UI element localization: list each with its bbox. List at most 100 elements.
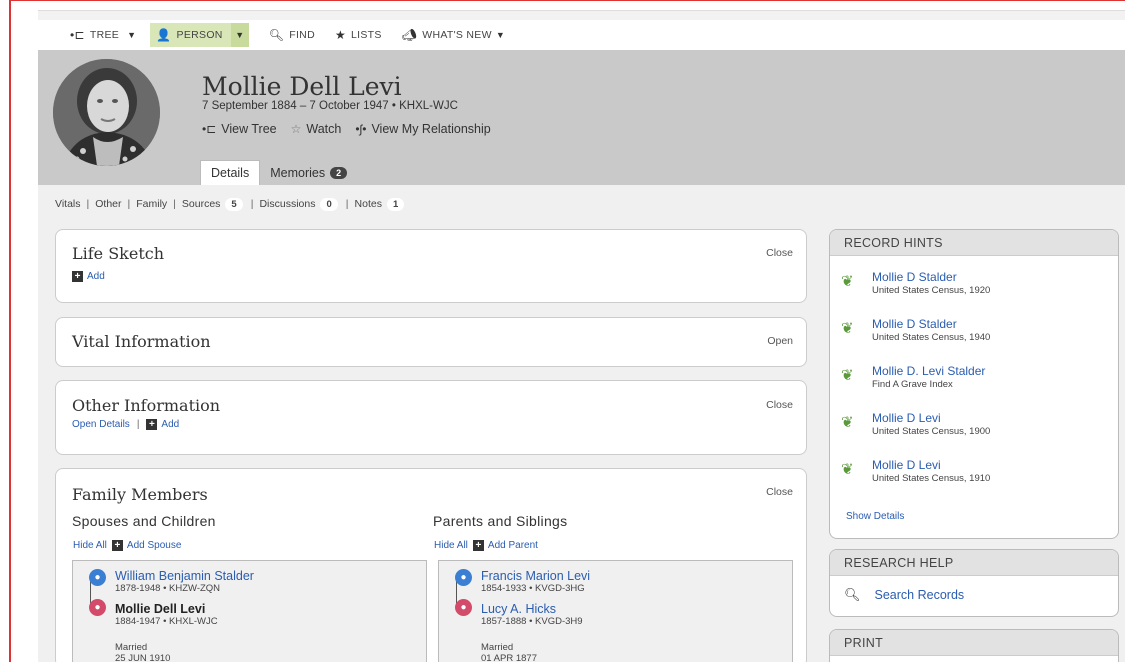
portrait-photo[interactable]: [53, 59, 160, 166]
family-members-close-button[interactable]: Close: [766, 486, 793, 498]
open-details-link[interactable]: Open Details: [72, 419, 130, 430]
wife-meta: 1884-1947 • KHXL-WJC: [115, 616, 218, 627]
life-sketch-title: Life Sketch: [72, 244, 165, 263]
nav-find-label: FIND: [289, 29, 315, 41]
tab-details[interactable]: Details: [200, 160, 261, 185]
record-hint-item[interactable]: ❦ Mollie D Levi United States Census, 191…: [841, 458, 990, 484]
vital-information-open-button[interactable]: Open: [767, 335, 793, 347]
tab-memories[interactable]: Memories 2: [260, 162, 357, 185]
tree-hint-icon: ❦: [841, 320, 854, 337]
family-members-title: Family Members: [72, 485, 208, 504]
female-person-icon: ●: [455, 599, 472, 616]
married-date: 25 JUN 1910: [115, 653, 171, 662]
nav-find[interactable]: 🔍︎ FIND: [263, 23, 321, 47]
vital-information-title: Vital Information: [72, 332, 211, 351]
other-information-title: Other Information: [72, 396, 221, 415]
other-information-card: Other Information Close Open Details | +…: [55, 380, 807, 455]
spouses-hide-all-link[interactable]: Hide All: [73, 540, 107, 551]
hint-name[interactable]: Mollie D Stalder: [872, 270, 990, 284]
married-date: 01 APR 1877: [481, 653, 537, 662]
parents-hide-all-link[interactable]: Hide All: [434, 540, 468, 551]
father-name[interactable]: Francis Marion Levi: [481, 569, 590, 583]
discussions-count-badge: 0: [320, 197, 338, 211]
subnav-vitals[interactable]: Vitals: [55, 198, 81, 210]
divider: |: [345, 198, 349, 210]
divider: |: [86, 198, 90, 210]
spouses-children-title: Spouses and Children: [72, 513, 216, 529]
nav-tree[interactable]: •⊏ TREE ▼: [64, 23, 142, 47]
memories-count-badge: 2: [330, 167, 348, 179]
relationship-icon: •ʃ•: [355, 122, 367, 136]
other-information-add-link[interactable]: Add: [161, 419, 179, 430]
nav-whats-new-label: WHAT'S NEW: [422, 29, 492, 41]
person-dropdown-toggle[interactable]: ▼: [230, 23, 249, 47]
life-sketch-close-button[interactable]: Close: [766, 247, 793, 259]
person-tabs: Details Memories 2: [200, 160, 357, 185]
wife-name[interactable]: Mollie Dell Levi: [115, 602, 218, 616]
other-information-close-button[interactable]: Close: [766, 399, 793, 411]
record-hint-item[interactable]: ❦ Mollie D. Levi Stalder Find A Grave Ind…: [841, 364, 985, 390]
divider: |: [136, 419, 140, 430]
hint-name[interactable]: Mollie D Levi: [872, 411, 990, 425]
subnav-family[interactable]: Family: [136, 198, 167, 210]
subnav-sources[interactable]: Sources: [182, 198, 221, 210]
mother-entry[interactable]: Lucy A. Hicks 1857-1888 • KVGD-3H9: [481, 602, 583, 627]
life-sketch-card: Life Sketch Close + Add: [55, 229, 807, 303]
tree-hint-icon: ❦: [841, 414, 854, 431]
search-icon: 🔍︎: [268, 28, 285, 42]
chevron-down-icon: ▼: [495, 30, 506, 40]
view-tree-link[interactable]: •⊏ View Tree: [202, 122, 277, 136]
sources-count-badge: 5: [225, 197, 243, 211]
watch-link[interactable]: ☆ Watch: [291, 122, 342, 136]
watch-label: Watch: [306, 122, 342, 136]
search-records-link[interactable]: 🔍︎ Search Records: [844, 587, 964, 603]
star-icon: ★: [334, 28, 347, 42]
wife-entry[interactable]: Mollie Dell Levi 1884-1947 • KHXL-WJC: [115, 602, 218, 627]
hint-source: Find A Grave Index: [872, 379, 953, 390]
notes-count-badge: 1: [386, 197, 405, 211]
show-details-link[interactable]: Show Details: [846, 511, 904, 522]
person-actions: •⊏ View Tree ☆ Watch •ʃ• View My Relatio…: [202, 122, 505, 136]
hint-name[interactable]: Mollie D. Levi Stalder: [872, 364, 985, 378]
nav-person[interactable]: 👤 PERSON: [150, 23, 231, 47]
hint-name[interactable]: Mollie D Levi: [872, 458, 990, 472]
tree-icon: •⊏: [202, 122, 217, 136]
subnav-notes[interactable]: Notes: [355, 198, 382, 210]
divider: |: [173, 198, 176, 210]
page-top-edge: [38, 10, 1125, 20]
father-entry[interactable]: Francis Marion Levi 1854-1933 • KVGD-3HG: [481, 569, 590, 594]
megaphone-icon: 📣︎: [401, 28, 418, 42]
tree-hint-icon: ❦: [841, 273, 854, 290]
life-sketch-add-link[interactable]: + Add: [72, 271, 105, 282]
male-person-icon: ●: [455, 569, 472, 586]
father-meta: 1854-1933 • KVGD-3HG: [481, 583, 585, 594]
record-hint-item[interactable]: ❦ Mollie D Stalder United States Census, …: [841, 270, 990, 296]
subnav-other[interactable]: Other: [95, 198, 121, 210]
married-label: Married: [481, 642, 514, 653]
record-hint-item[interactable]: ❦ Mollie D Levi United States Census, 190…: [841, 411, 990, 437]
section-nav: Vitals | Other | Family | Sources 5 | Di…: [38, 185, 1125, 223]
hint-name[interactable]: Mollie D Stalder: [872, 317, 990, 331]
nav-lists-label: LISTS: [351, 29, 382, 41]
nav-whats-new[interactable]: 📣︎ WHAT'S NEW ▼: [396, 23, 511, 47]
subnav-discussions[interactable]: Discussions: [259, 198, 315, 210]
nav-tree-label: TREE: [89, 29, 120, 41]
add-parent-link[interactable]: Add Parent: [488, 540, 538, 551]
record-hints-title: RECORD HINTS: [830, 230, 1118, 256]
tree-hint-icon: ❦: [841, 367, 854, 384]
add-spouse-link[interactable]: Add Spouse: [127, 540, 182, 551]
record-hints-panel: RECORD HINTS ❦ Mollie D Stalder United St…: [829, 229, 1119, 539]
star-outline-icon: ☆: [290, 122, 302, 136]
view-relationship-link[interactable]: •ʃ• View My Relationship: [355, 122, 490, 136]
nav-lists[interactable]: ★ LISTS: [329, 23, 388, 47]
hint-source: United States Census, 1910: [872, 473, 991, 484]
husband-name[interactable]: William Benjamin Stalder: [115, 569, 254, 583]
view-relationship-label: View My Relationship: [371, 122, 491, 136]
mother-name[interactable]: Lucy A. Hicks: [481, 602, 583, 616]
spouses-links: Hide All + Add Spouse: [73, 540, 181, 551]
research-help-title: RESEARCH HELP: [830, 550, 1118, 576]
married-label: Married: [115, 642, 148, 653]
search-records-label: Search Records: [874, 588, 965, 602]
record-hint-item[interactable]: ❦ Mollie D Stalder United States Census, …: [841, 317, 990, 343]
husband-entry[interactable]: William Benjamin Stalder 1878-1948 • KHZ…: [115, 569, 254, 594]
